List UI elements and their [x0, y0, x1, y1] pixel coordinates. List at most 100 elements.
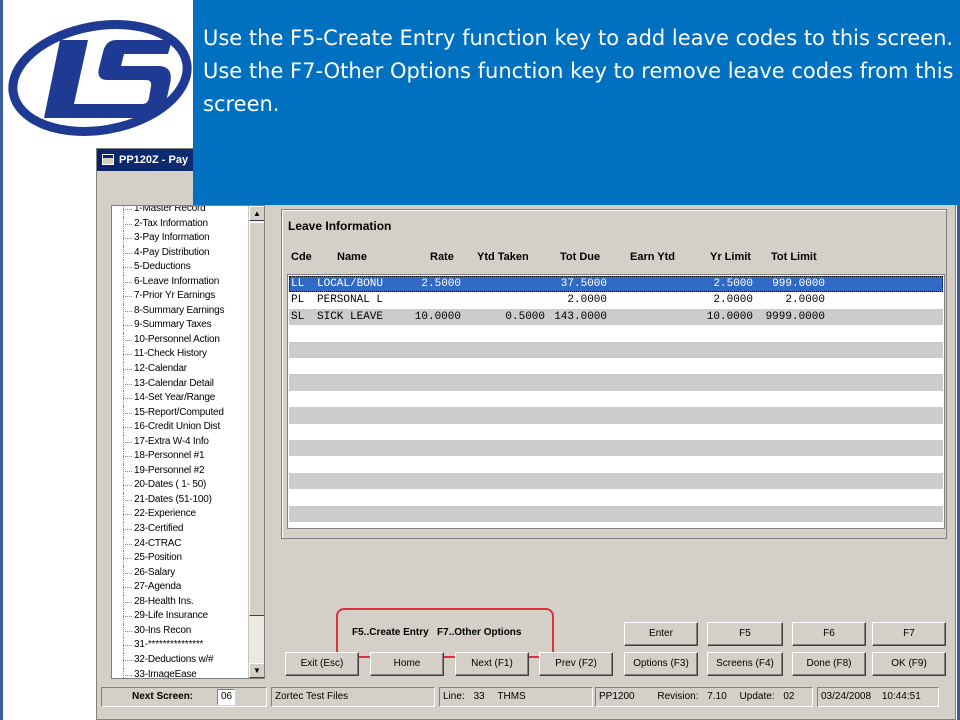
nav-item[interactable]: 5-Deductions	[112, 260, 249, 275]
line-value: 33	[473, 691, 485, 702]
empty-row[interactable]	[289, 440, 943, 457]
next-button[interactable]: Next (F1)	[455, 652, 529, 676]
cell-name: SICK LEAVE	[317, 310, 384, 323]
cell-tot-due: 143.0000	[554, 310, 607, 323]
empty-row[interactable]	[289, 325, 943, 341]
nav-item[interactable]: 14-Set Year/Range	[112, 391, 249, 406]
line-field: Line: 33 THMS	[439, 687, 593, 707]
nav-item[interactable]: 13-Calendar Detail	[112, 376, 249, 392]
callout-line-2: Use the F7-Other Options function key to…	[203, 59, 954, 116]
empty-row[interactable]	[289, 391, 943, 407]
nav-item[interactable]: 11-Check History	[112, 347, 249, 362]
table-row[interactable]: PL PERSONAL L 2.0000 2.0000 2.0000	[289, 292, 943, 308]
update-label: Update:	[739, 691, 775, 702]
nav-item[interactable]: 9-Summary Taxes	[112, 318, 249, 333]
ok-button[interactable]: OK (F9)	[872, 652, 946, 676]
nav-item[interactable]: 16-Credit Union Dist	[112, 420, 249, 435]
column-header-earn-ytd: Earn Ytd	[630, 251, 676, 263]
cell-tot-due: 2.0000	[567, 294, 607, 307]
nav-item[interactable]: 15-Report/Computed	[112, 405, 249, 421]
nav-item[interactable]: 18-Personnel #1	[112, 449, 249, 464]
prev-button[interactable]: Prev (F2)	[539, 652, 613, 676]
highlight-outline	[336, 608, 554, 658]
empty-row[interactable]	[289, 489, 943, 505]
cell-yr-limit: 10.0000	[706, 310, 753, 323]
nav-item[interactable]: 25-Position	[112, 551, 249, 566]
nav-item[interactable]: 4-Pay Distribution	[112, 245, 249, 261]
nav-item[interactable]: 28-Health Ins.	[112, 594, 249, 610]
next-screen-input[interactable]	[217, 689, 235, 705]
scroll-thumb[interactable]	[249, 222, 264, 616]
exit-button[interactable]: Exit (Esc)	[285, 652, 359, 676]
nav-item[interactable]: 6-Leave Information	[112, 274, 249, 290]
done-button[interactable]: Done (F8)	[792, 652, 866, 676]
empty-row[interactable]	[289, 374, 943, 391]
revision-value: 7.10	[707, 691, 727, 702]
section-title: Leave Information	[288, 219, 392, 233]
options-button[interactable]: Options (F3)	[624, 652, 698, 676]
f5-button[interactable]: F5	[707, 622, 783, 646]
f6-button[interactable]: F6	[792, 622, 866, 646]
nav-item[interactable]: 1-Master Record	[112, 206, 249, 217]
empty-row[interactable]	[289, 456, 943, 472]
empty-row[interactable]	[289, 424, 943, 440]
nav-item[interactable]: 10-Personnel Action	[112, 332, 249, 348]
instruction-callout: Use the F5-Create Entry function key to …	[193, 0, 960, 205]
leave-codes-grid[interactable]: LL LOCAL/BONU 2.5000 37.5000 2.5000 999.…	[287, 274, 945, 529]
column-header-tot-due: Tot Due	[560, 251, 601, 263]
screens-button[interactable]: Screens (F4)	[707, 652, 783, 676]
home-button[interactable]: Home	[370, 652, 444, 676]
nav-item[interactable]: 7-Prior Yr Earnings	[112, 289, 249, 304]
date-value: 03/24/2008	[821, 691, 872, 702]
empty-row[interactable]	[289, 358, 943, 374]
cell-yr-limit: 2.5000	[713, 278, 753, 290]
nav-item[interactable]: 23-Certified	[112, 522, 249, 537]
table-row[interactable]: SL SICK LEAVE 10.0000 0.5000 143.0000 10…	[289, 308, 943, 326]
nav-item[interactable]: 21-Dates (51-100)	[112, 492, 249, 508]
column-header-ytd-taken: Ytd Taken	[477, 251, 529, 263]
nav-item[interactable]: 27-Agenda	[112, 580, 249, 595]
time-value: 10:44:51	[881, 691, 921, 702]
nav-item[interactable]: 31-***************	[112, 638, 249, 653]
nav-item[interactable]: 30-Ins Recon	[112, 623, 249, 639]
next-screen-label: Next Screen:	[132, 691, 194, 702]
nav-item[interactable]: 24-CTRAC	[112, 536, 249, 552]
window-icon	[102, 154, 114, 165]
cell-tot-limit: 2.0000	[785, 294, 825, 307]
column-header-rate: Rate	[430, 251, 454, 263]
nav-item[interactable]: 8-Summary Earnings	[112, 303, 249, 319]
cell-rate: 10.0000	[414, 310, 461, 323]
nav-item[interactable]: 32-Deductions w/#	[112, 652, 249, 668]
update-value: 02	[783, 691, 795, 702]
leave-information-panel: Leave Information Cde Name Rate Ytd Take…	[281, 209, 947, 539]
empty-row[interactable]	[289, 472, 943, 490]
nav-item[interactable]: 17-Extra W-4 Info	[112, 434, 249, 450]
f7-button[interactable]: F7	[872, 622, 946, 646]
enter-button[interactable]: Enter	[624, 622, 698, 646]
nav-item[interactable]: 12-Calendar	[112, 362, 249, 377]
nav-item[interactable]: 19-Personnel #2	[112, 463, 249, 479]
left-edge-rule	[0, 0, 3, 720]
empty-row[interactable]	[289, 407, 943, 424]
nav-item[interactable]: 2-Tax Information	[112, 216, 249, 232]
nav-item[interactable]: 3-Pay Information	[112, 231, 249, 246]
revision-field: PP1200 Revision: 7.10 Update: 02	[595, 687, 813, 707]
nav-item[interactable]: 33-ImageEase	[112, 667, 249, 678]
column-header-yr-limit: Yr Limit	[710, 251, 751, 263]
empty-row[interactable]	[289, 505, 943, 522]
nav-scrollbar[interactable]: ▲ ▼	[248, 206, 264, 678]
cell-rate: 2.5000	[421, 278, 461, 290]
cell-tot-limit: 9999.0000	[765, 310, 825, 323]
nav-item[interactable]: 29-Life Insurance	[112, 609, 249, 624]
empty-row[interactable]	[289, 341, 943, 358]
cell-name: LOCAL/BONU	[317, 278, 384, 290]
screen-navigation-list[interactable]: 1-Master Record 2-Tax Information 3-Pay …	[111, 205, 265, 679]
user-value: THMS	[497, 691, 526, 702]
program-value: PP1200	[599, 691, 635, 702]
nav-item[interactable]: 20-Dates ( 1- 50)	[112, 478, 249, 493]
nav-item[interactable]: 26-Salary	[112, 565, 249, 581]
table-row[interactable]: LL LOCAL/BONU 2.5000 37.5000 2.5000 999.…	[289, 276, 943, 293]
scroll-down-icon[interactable]: ▼	[249, 663, 264, 678]
nav-item[interactable]: 22-Experience	[112, 507, 249, 522]
scroll-up-icon[interactable]: ▲	[249, 206, 264, 221]
